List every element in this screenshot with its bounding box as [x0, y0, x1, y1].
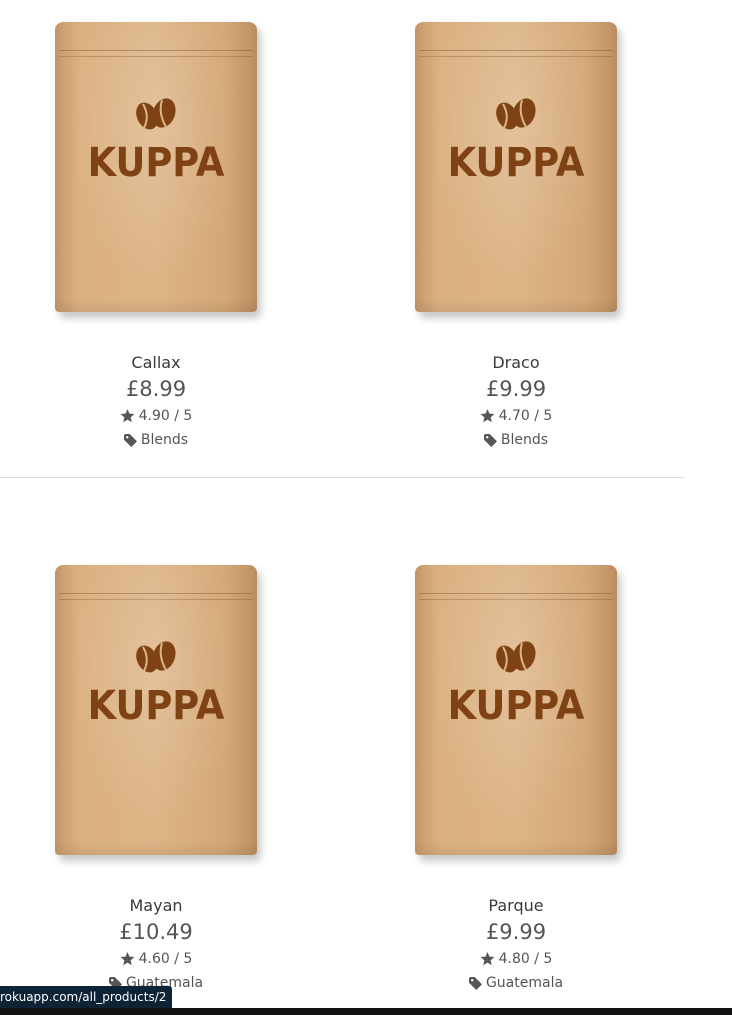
- rating-value: 4.90 / 5: [138, 408, 193, 424]
- product-category[interactable]: Blends: [360, 428, 672, 452]
- brand-logo-text: KUPPA: [447, 140, 585, 186]
- product-image[interactable]: KUPPA: [360, 543, 672, 873]
- star-icon: [480, 409, 495, 423]
- star-icon: [120, 952, 135, 966]
- rating-value: 4.70 / 5: [498, 408, 553, 424]
- product-price: £8.99: [125, 377, 187, 401]
- coffee-bean-icon: [496, 641, 536, 673]
- brand-logo-text: KUPPA: [447, 683, 585, 729]
- product-rating: 4.70 / 5: [360, 404, 672, 428]
- coffee-pouch: KUPPA: [55, 565, 257, 855]
- product-category[interactable]: Guatemala: [360, 971, 672, 995]
- coffee-pouch: KUPPA: [415, 565, 617, 855]
- product-price: £9.99: [485, 377, 547, 401]
- product-card[interactable]: KUPPA Mayan £10.49 4.60 / 5 Guatemala: [0, 543, 312, 995]
- product-name[interactable]: Callax: [0, 352, 312, 374]
- product-price: £10.49: [119, 920, 193, 944]
- product-rating: 4.80 / 5: [360, 947, 672, 971]
- coffee-bean-icon: [136, 641, 176, 673]
- brand-logo-text: KUPPA: [87, 140, 225, 186]
- star-icon: [120, 409, 135, 423]
- rating-value: 4.60 / 5: [138, 951, 193, 967]
- pouch-seal: [59, 50, 253, 57]
- product-card[interactable]: KUPPA Draco £9.99 4.70 / 5 Blends: [360, 0, 672, 452]
- product-card[interactable]: KUPPA Parque £9.99 4.80 / 5 Guatemala: [360, 543, 672, 995]
- product-rating: 4.60 / 5: [0, 947, 312, 971]
- rating-value: 4.80 / 5: [498, 951, 553, 967]
- tag-icon: [468, 976, 482, 990]
- tag-icon: [483, 433, 497, 447]
- product-image[interactable]: KUPPA: [360, 0, 672, 330]
- product-image[interactable]: KUPPA: [0, 543, 312, 873]
- coffee-bean-icon: [136, 98, 176, 130]
- brand-logo-text: KUPPA: [87, 683, 225, 729]
- product-image[interactable]: KUPPA: [0, 0, 312, 330]
- pouch-seal: [419, 50, 613, 57]
- category-label[interactable]: Blends: [501, 428, 548, 452]
- product-name[interactable]: Parque: [360, 895, 672, 917]
- pouch-seal: [59, 593, 253, 600]
- row-divider: [0, 477, 684, 478]
- coffee-pouch: KUPPA: [55, 22, 257, 312]
- product-card[interactable]: KUPPA Callax £8.99 4.90 / 5 Blends: [0, 0, 312, 452]
- coffee-bean-icon: [496, 98, 536, 130]
- link-status-url: rokuapp.com/all_products/2: [0, 986, 173, 1008]
- category-label[interactable]: Blends: [141, 428, 188, 452]
- bottom-bar: [0, 1008, 732, 1015]
- pouch-seal: [419, 593, 613, 600]
- product-name[interactable]: Draco: [360, 352, 672, 374]
- category-label[interactable]: Guatemala: [486, 971, 563, 995]
- product-rating: 4.90 / 5: [0, 404, 312, 428]
- star-icon: [480, 952, 495, 966]
- coffee-pouch: KUPPA: [415, 22, 617, 312]
- product-category[interactable]: Blends: [0, 428, 312, 452]
- tag-icon: [123, 433, 137, 447]
- product-price: £9.99: [485, 920, 547, 944]
- product-name[interactable]: Mayan: [0, 895, 312, 917]
